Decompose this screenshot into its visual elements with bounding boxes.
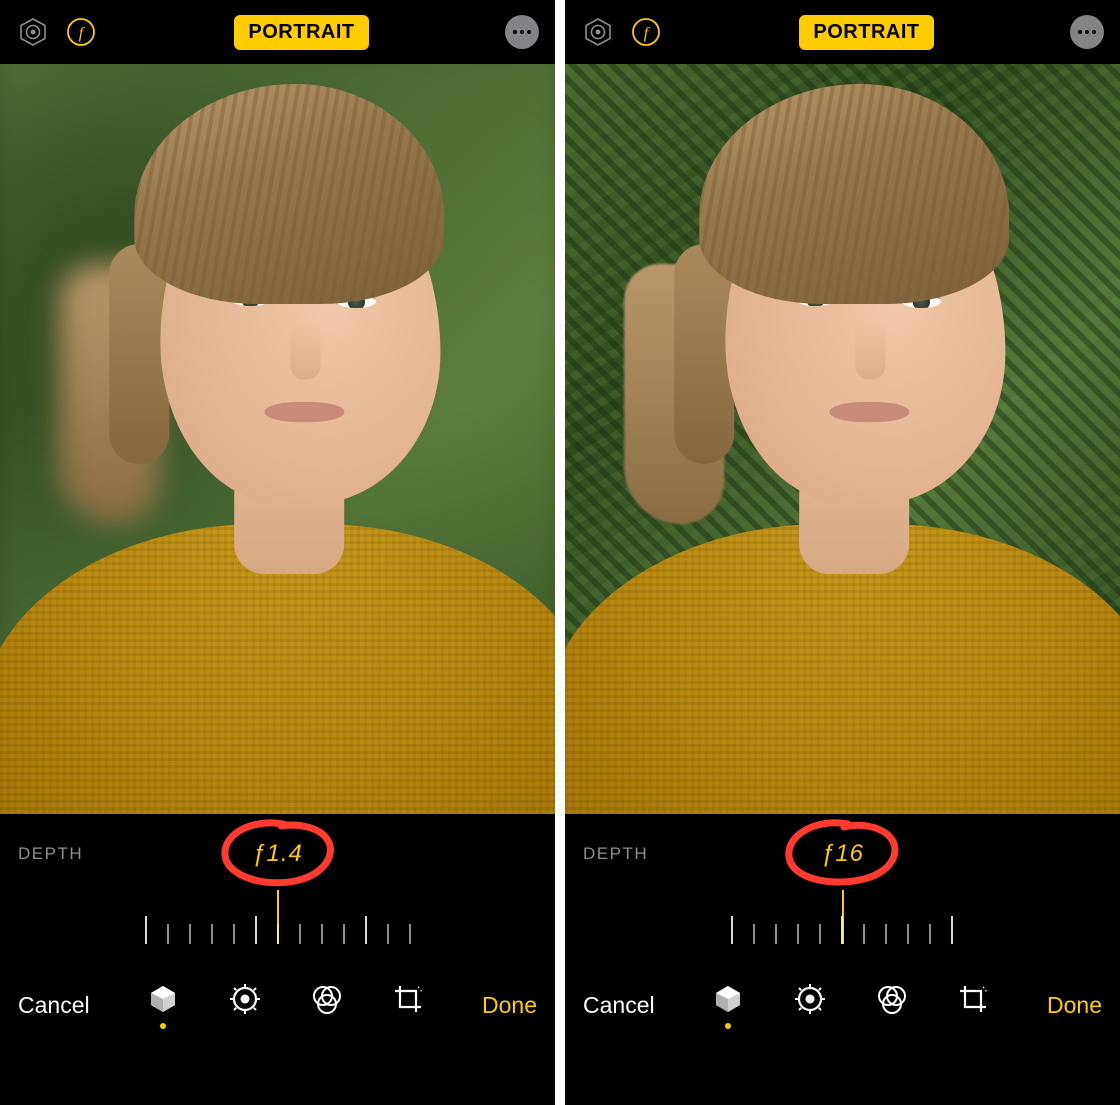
selected-indicator-dot xyxy=(160,1023,166,1029)
cancel-button[interactable]: Cancel xyxy=(583,992,655,1019)
cancel-button[interactable]: Cancel xyxy=(18,992,90,1019)
depth-label: DEPTH xyxy=(18,844,83,864)
portrait-lighting-icon[interactable] xyxy=(16,15,50,49)
depth-readout: DEPTH ƒ16 xyxy=(565,814,1120,894)
bottom-toolbar: Cancel xyxy=(0,964,555,1054)
more-icon[interactable] xyxy=(505,15,539,49)
adjust-tool-icon[interactable] xyxy=(792,983,828,1027)
top-toolbar: f PORTRAIT xyxy=(0,0,555,64)
svg-text:f: f xyxy=(79,25,86,42)
depth-slider[interactable] xyxy=(565,894,1120,964)
photo-subject xyxy=(9,64,555,814)
annotation-circle xyxy=(215,819,341,889)
annotation-circle xyxy=(780,819,906,889)
filters-tool-icon[interactable] xyxy=(874,983,910,1027)
mode-badge[interactable]: PORTRAIT xyxy=(234,15,368,50)
svg-text:f: f xyxy=(644,25,651,42)
editor-pane-left: f PORTRAIT DEPTH ƒ1.4 xyxy=(0,0,555,1105)
slider-ticks xyxy=(145,916,411,944)
depth-slider[interactable] xyxy=(0,894,555,964)
filters-tool-icon[interactable] xyxy=(309,983,345,1027)
aperture-icon[interactable]: f xyxy=(64,15,98,49)
crop-tool-icon[interactable] xyxy=(956,983,992,1027)
photo-preview[interactable] xyxy=(565,64,1120,814)
portrait-tool-icon[interactable] xyxy=(145,983,181,1027)
portrait-tool-icon[interactable] xyxy=(710,983,746,1027)
more-icon[interactable] xyxy=(1070,15,1104,49)
bottom-toolbar: Cancel xyxy=(565,964,1120,1054)
slider-ticks xyxy=(731,916,953,944)
depth-label: DEPTH xyxy=(583,844,648,864)
photo-subject xyxy=(574,64,1120,814)
top-toolbar: f PORTRAIT xyxy=(565,0,1120,64)
editor-pane-right: f PORTRAIT DEPTH ƒ16 xyxy=(565,0,1120,1105)
depth-readout: DEPTH ƒ1.4 xyxy=(0,814,555,894)
portrait-lighting-icon[interactable] xyxy=(581,15,615,49)
mode-badge[interactable]: PORTRAIT xyxy=(799,15,933,50)
photo-preview[interactable] xyxy=(0,64,555,814)
done-button[interactable]: Done xyxy=(1047,992,1102,1019)
done-button[interactable]: Done xyxy=(482,992,537,1019)
selected-indicator-dot xyxy=(725,1023,731,1029)
crop-tool-icon[interactable] xyxy=(391,983,427,1027)
aperture-icon[interactable]: f xyxy=(629,15,663,49)
adjust-tool-icon[interactable] xyxy=(227,983,263,1027)
